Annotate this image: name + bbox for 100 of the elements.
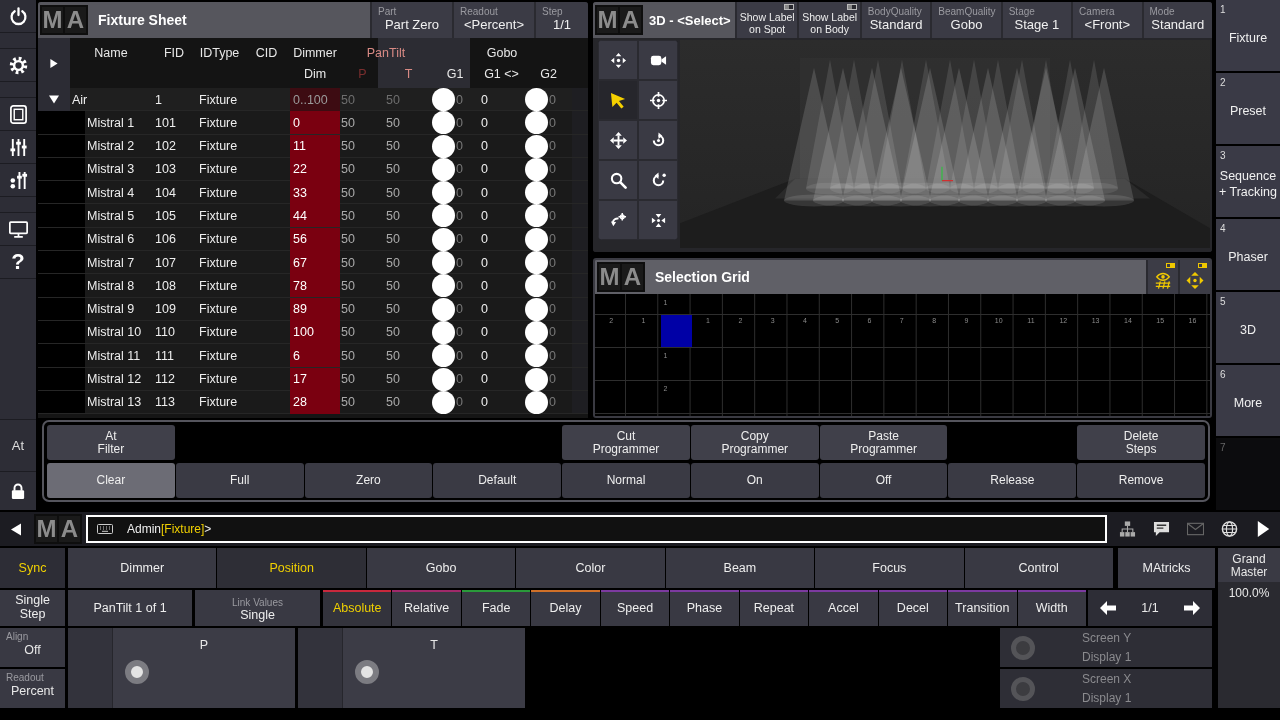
command-button[interactable]: Off [819,463,948,498]
monitor-icon[interactable] [8,219,28,239]
layer-tab[interactable]: Transition [948,590,1017,626]
view-page-button[interactable]: 5 3D [1216,292,1280,363]
dimmer-cell[interactable]: 6 [290,344,340,368]
command-button[interactable]: Delete Steps [1077,425,1205,460]
command-line-input[interactable]: Admin[Fixture]> [86,515,1107,543]
fixture-name[interactable]: Mistral 5 [85,209,135,223]
dimmer-cell[interactable]: 56 [290,227,340,251]
matricks-button[interactable]: MAtricks [1118,548,1215,588]
dimmer-cell[interactable]: 0..100 [290,88,340,111]
tool-button[interactable] [638,160,678,200]
tool-button[interactable] [598,200,638,240]
command-button[interactable]: Paste Programmer [819,425,948,460]
settings-icon[interactable] [8,55,28,75]
dimmer-cell[interactable]: 33 [290,181,340,205]
layer-tab[interactable]: Delay [531,590,600,626]
layer-tab[interactable]: Decel [878,590,948,626]
option-button[interactable]: Readout <Percent> [454,2,534,38]
tool-button[interactable] [638,40,678,80]
fixture-name[interactable]: Mistral 6 [85,232,135,247]
fixture-name[interactable]: Mistral 2 [85,139,135,154]
preset-type-tab[interactable]: Gobo [366,548,516,588]
fixture-name[interactable]: Mistral 9 [85,302,135,317]
layer-tab[interactable]: Relative [392,590,461,626]
feature-button[interactable]: PanTilt 1 of 1 [68,590,192,626]
dimmer-cell[interactable]: 67 [290,251,340,275]
fixture-name[interactable]: Mistral 4 [85,185,135,200]
grand-master-panel[interactable]: Grand Master 100.0% [1218,548,1280,708]
sync-button[interactable]: Sync [0,548,65,588]
view-page-button[interactable]: 6 More [1216,365,1280,436]
faders-icon[interactable] [8,137,28,157]
view-page-button[interactable]: 2 Preset [1216,73,1280,144]
dimmer-cell[interactable]: 17 [290,367,340,391]
tool-button[interactable] [638,80,678,120]
command-button[interactable]: Cut Programmer [562,425,690,460]
dimmer-cell[interactable]: 44 [290,204,340,228]
fixture-name[interactable]: Mistral 8 [85,278,135,293]
align-button[interactable]: Align Off [0,628,65,667]
encoder-knob-icon[interactable] [355,660,379,684]
layer-tab[interactable]: Fade [461,590,531,626]
option-button[interactable]: Mode Standard [1143,2,1212,38]
dimmer-cell[interactable]: 11 [290,134,340,158]
encoder-panel[interactable]: P [68,628,295,708]
tool-button[interactable] [598,160,638,200]
layer-tab[interactable]: Absolute [323,590,392,626]
fixture-name[interactable]: Mistral 11 [85,348,141,363]
command-button[interactable]: At Filter [47,425,175,460]
fixture-name[interactable]: Mistral 3 [85,162,135,177]
command-button[interactable]: Zero [304,463,433,498]
stage-3d-render[interactable] [680,40,1210,248]
grid-tool-button[interactable] [1148,260,1178,294]
view-page-button[interactable]: 4 Phaser [1216,219,1280,290]
option-button[interactable]: Step 1/1 [536,2,588,38]
toggle-button[interactable]: Show Label on Spot [737,2,798,38]
power-icon[interactable] [8,6,28,26]
tool-button[interactable] [598,40,638,80]
fixture-name[interactable]: Air [70,92,88,107]
fixture-name[interactable]: Mistral 7 [85,255,135,270]
preset-type-tab[interactable]: Control [964,548,1113,588]
tool-button[interactable] [598,120,638,160]
at-button[interactable]: At [11,438,25,453]
encoder-knob-icon[interactable] [125,660,149,684]
dimmer-cell[interactable]: 100 [290,320,340,344]
toggle-button[interactable]: Show Label on Body [799,2,860,38]
layer-tab[interactable]: Repeat [739,590,809,626]
selected-grid-cell[interactable] [660,315,692,347]
layer-tab[interactable]: Phase [670,590,739,626]
lock-icon[interactable] [11,482,25,500]
fixture-name[interactable]: Mistral 12 [85,372,142,387]
tool-button[interactable] [598,80,638,120]
option-button[interactable]: Part Part Zero [372,2,452,38]
preset-type-tab[interactable]: Color [516,548,665,588]
fixture-name[interactable]: Mistral 1 [85,115,135,130]
fixture-name[interactable]: Mistral 13 [85,395,142,410]
single-step-button[interactable]: Single Step [0,590,65,626]
dimmer-cell[interactable]: 28 [290,390,340,414]
option-button[interactable]: Camera <Front> [1073,2,1142,38]
next-page-button[interactable] [1172,590,1212,626]
layer-tab[interactable]: Width [1017,590,1086,626]
option-button[interactable]: BeamQuality Gobo [932,2,1001,38]
command-button[interactable]: On [690,463,819,498]
command-button[interactable]: Remove [1077,463,1205,498]
view-page-button[interactable]: 7 [1216,438,1280,510]
readout-button[interactable]: Readout Percent [0,669,65,708]
tool-button[interactable] [638,120,678,160]
window-stack-icon[interactable] [8,104,28,124]
command-button[interactable]: Full [175,463,304,498]
view-page-button[interactable]: 1 Fixture [1216,0,1280,71]
preset-type-tab[interactable]: Position [217,548,366,588]
previous-page-button[interactable] [1088,590,1128,626]
help-button[interactable]: ? [11,251,25,273]
link-values-button[interactable]: Link Values Single [195,590,320,626]
command-button[interactable]: Normal [562,463,690,498]
encoder-panel[interactable]: T [298,628,525,708]
dimmer-cell[interactable]: 0 [290,111,340,135]
dimmer-cell[interactable]: 89 [290,297,340,321]
preset-type-tab[interactable]: Dimmer [68,548,217,588]
option-button[interactable]: Stage Stage 1 [1002,2,1072,38]
layer-tab[interactable]: Accel [809,590,878,626]
